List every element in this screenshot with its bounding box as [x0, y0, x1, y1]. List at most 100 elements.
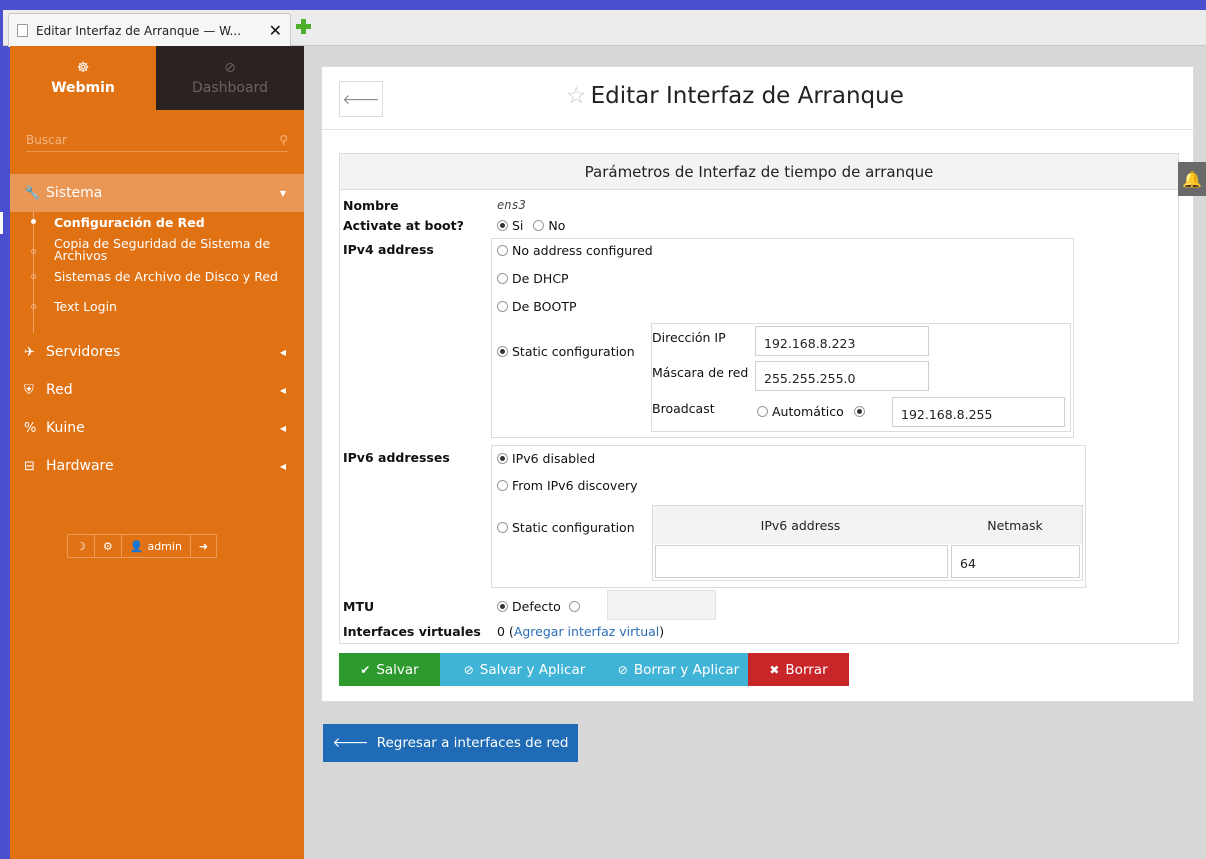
- ipv6-address-input[interactable]: [655, 545, 948, 578]
- mask-label: Máscara de red: [652, 365, 749, 380]
- sidebar-search[interactable]: Buscar ⚲: [26, 128, 288, 152]
- check-circle-icon: ⊘: [463, 662, 474, 677]
- new-tab-icon[interactable]: [295, 18, 311, 34]
- delete-apply-button[interactable]: ⊘ Borrar y Aplicar: [609, 653, 748, 686]
- ip-input[interactable]: 192.168.8.223: [755, 326, 929, 356]
- ipv4-static-box: Dirección IP 192.168.8.223 Máscara de re…: [651, 323, 1071, 432]
- star-icon[interactable]: ☆: [566, 83, 587, 109]
- bell-icon[interactable]: 🔔: [1178, 162, 1206, 196]
- option-label: From IPv6 discovery: [512, 478, 638, 493]
- rocket-icon: ✈: [24, 344, 35, 360]
- save-button[interactable]: ✔ Salvar: [339, 653, 440, 686]
- ipv6-static-option[interactable]: Static configuration: [497, 520, 635, 535]
- return-to-interfaces-button[interactable]: 🡐 Regresar a interfaces de red: [323, 724, 578, 762]
- ipv6-discovery-option[interactable]: From IPv6 discovery: [497, 478, 638, 493]
- radio-button[interactable]: [757, 406, 768, 417]
- sidebar-subitem-configuracion-red[interactable]: Configuración de Red: [0, 212, 304, 234]
- sidebar-footer: ☽ ⚙ 👤 admin ➜: [67, 534, 218, 558]
- caret-down-icon: ▼: [279, 188, 286, 198]
- button-label: Salvar: [376, 661, 419, 678]
- browser-tab-title: Editar Interfaz de Arranque — W...: [36, 23, 242, 38]
- sidebar-item-kuine[interactable]: % Kuine ◀: [10, 409, 304, 447]
- browser-tab[interactable]: Editar Interfaz de Arranque — W... ✕: [8, 13, 291, 47]
- boot-label: Activate at boot?: [343, 218, 464, 233]
- radio-button[interactable]: [497, 601, 508, 612]
- broadcast-value-radio[interactable]: [853, 406, 865, 417]
- sidebar-item-label: Kuine: [46, 420, 85, 436]
- document-icon: [17, 24, 28, 37]
- boot-no-label: No: [548, 218, 566, 233]
- save-apply-button[interactable]: ⊘ Salvar y Aplicar: [440, 653, 609, 686]
- main-area: 🡐 ☆ Editar Interfaz de Arranque Parámetro…: [304, 46, 1206, 859]
- back-button[interactable]: 🡐: [339, 81, 383, 117]
- sidebar-submenu: Configuración de Red Copia de Seguridad …: [0, 212, 304, 333]
- button-label: Regresar a interfaces de red: [376, 735, 569, 751]
- radio-button[interactable]: [497, 346, 508, 357]
- caret-left-icon: ◀: [279, 347, 286, 357]
- name-label: Nombre: [343, 198, 399, 213]
- mtu-default-option[interactable]: Defecto: [497, 599, 584, 614]
- boot-yes-radio[interactable]: [497, 220, 508, 231]
- ipv6-netmask-header: Netmask: [948, 506, 1082, 544]
- boot-no-radio[interactable]: [533, 220, 545, 231]
- radio-button[interactable]: [497, 522, 508, 533]
- radio-button[interactable]: [497, 301, 508, 312]
- sidebar-tab-webmin[interactable]: ☸ Webmin: [10, 46, 156, 110]
- broadcast-input[interactable]: 192.168.8.255: [892, 397, 1065, 427]
- ipv4-box: No address configured De DHCP De BOOTP S…: [491, 238, 1074, 438]
- dashboard-icon: ⊘: [224, 60, 236, 76]
- sidebar-item-servidores[interactable]: ✈ Servidores ◀: [10, 333, 304, 371]
- user-menu[interactable]: 👤 admin: [122, 535, 191, 557]
- logout-icon[interactable]: ➜: [191, 535, 216, 557]
- section-title: Parámetros de Interfaz de tiempo de arra…: [340, 154, 1178, 190]
- username: admin: [147, 539, 182, 553]
- mask-input[interactable]: 255.255.255.0: [755, 361, 929, 391]
- sidebar-item-red[interactable]: ⛨ Red ◀: [10, 371, 304, 409]
- radio-button[interactable]: [497, 480, 508, 491]
- delete-button[interactable]: ✖ Borrar: [748, 653, 849, 686]
- boot-options: Si No: [497, 218, 565, 233]
- broadcast-auto-option[interactable]: Automático: [757, 404, 869, 419]
- sidebar-item-label: Servidores: [46, 344, 121, 360]
- mtu-label: MTU: [343, 599, 375, 614]
- ipv4-dhcp-option[interactable]: De DHCP: [497, 271, 569, 286]
- ipv6-table: IPv6 address Netmask 64: [652, 505, 1083, 581]
- option-label: Defecto: [512, 599, 561, 614]
- sidebar-item-hardware[interactable]: ⊟ Hardware ◀: [10, 447, 304, 485]
- ipv4-static-option[interactable]: Static configuration: [497, 344, 635, 359]
- ipv4-bootp-option[interactable]: De BOOTP: [497, 299, 577, 314]
- night-mode-icon[interactable]: ☽: [68, 535, 95, 557]
- radio-button[interactable]: [497, 245, 508, 256]
- page-title-text: Editar Interfaz de Arranque: [590, 83, 904, 109]
- sidebar-subitem-sistemas-archivo[interactable]: Sistemas de Archivo de Disco y Red: [10, 262, 304, 294]
- sidebar-tab-dashboard[interactable]: ⊘ Dashboard: [156, 46, 304, 110]
- caret-left-icon: ◀: [279, 461, 286, 471]
- mtu-custom-radio[interactable]: [568, 601, 580, 612]
- ipv4-none-option[interactable]: No address configured: [497, 243, 653, 258]
- option-label: Automático: [772, 404, 844, 419]
- radio-button[interactable]: [497, 273, 508, 284]
- radio-button[interactable]: [497, 453, 508, 464]
- settings-icon[interactable]: ⚙: [95, 535, 122, 557]
- search-input[interactable]: Buscar: [26, 133, 67, 147]
- sidebar-subitem-copia-seguridad[interactable]: Copia de Seguridad de Sistema de Archivo…: [10, 234, 304, 262]
- sidebar-item-sistema[interactable]: 🔧 Sistema ▼: [10, 174, 304, 212]
- add-virtual-interface-link[interactable]: Agregar interfaz virtual: [514, 624, 659, 639]
- ipv6-label: IPv6 addresses: [343, 450, 450, 465]
- option-label: De BOOTP: [512, 299, 577, 314]
- content-panel: 🡐 ☆ Editar Interfaz de Arranque Parámetro…: [321, 66, 1194, 702]
- submenu-label: Sistemas de Archivo de Disco y Red: [54, 269, 278, 284]
- ipv6-netmask-input[interactable]: 64: [951, 545, 1080, 578]
- sidebar-item-label: Red: [46, 382, 73, 398]
- webmin-icon: ☸: [76, 60, 90, 76]
- sidebar-subitem-text-login[interactable]: Text Login: [10, 294, 304, 328]
- sidebar-tab-label: Webmin: [51, 80, 115, 96]
- name-value: ens3: [497, 198, 526, 212]
- close-tab-icon[interactable]: ✕: [269, 21, 282, 40]
- mtu-input[interactable]: [607, 590, 716, 620]
- ipv6-disabled-option[interactable]: IPv6 disabled: [497, 451, 595, 466]
- submenu-label: Text Login: [54, 299, 117, 314]
- bullet-icon: [31, 304, 36, 309]
- option-label: Static configuration: [512, 520, 635, 535]
- submenu-label: Copia de Seguridad de Sistema de Archivo…: [54, 236, 271, 263]
